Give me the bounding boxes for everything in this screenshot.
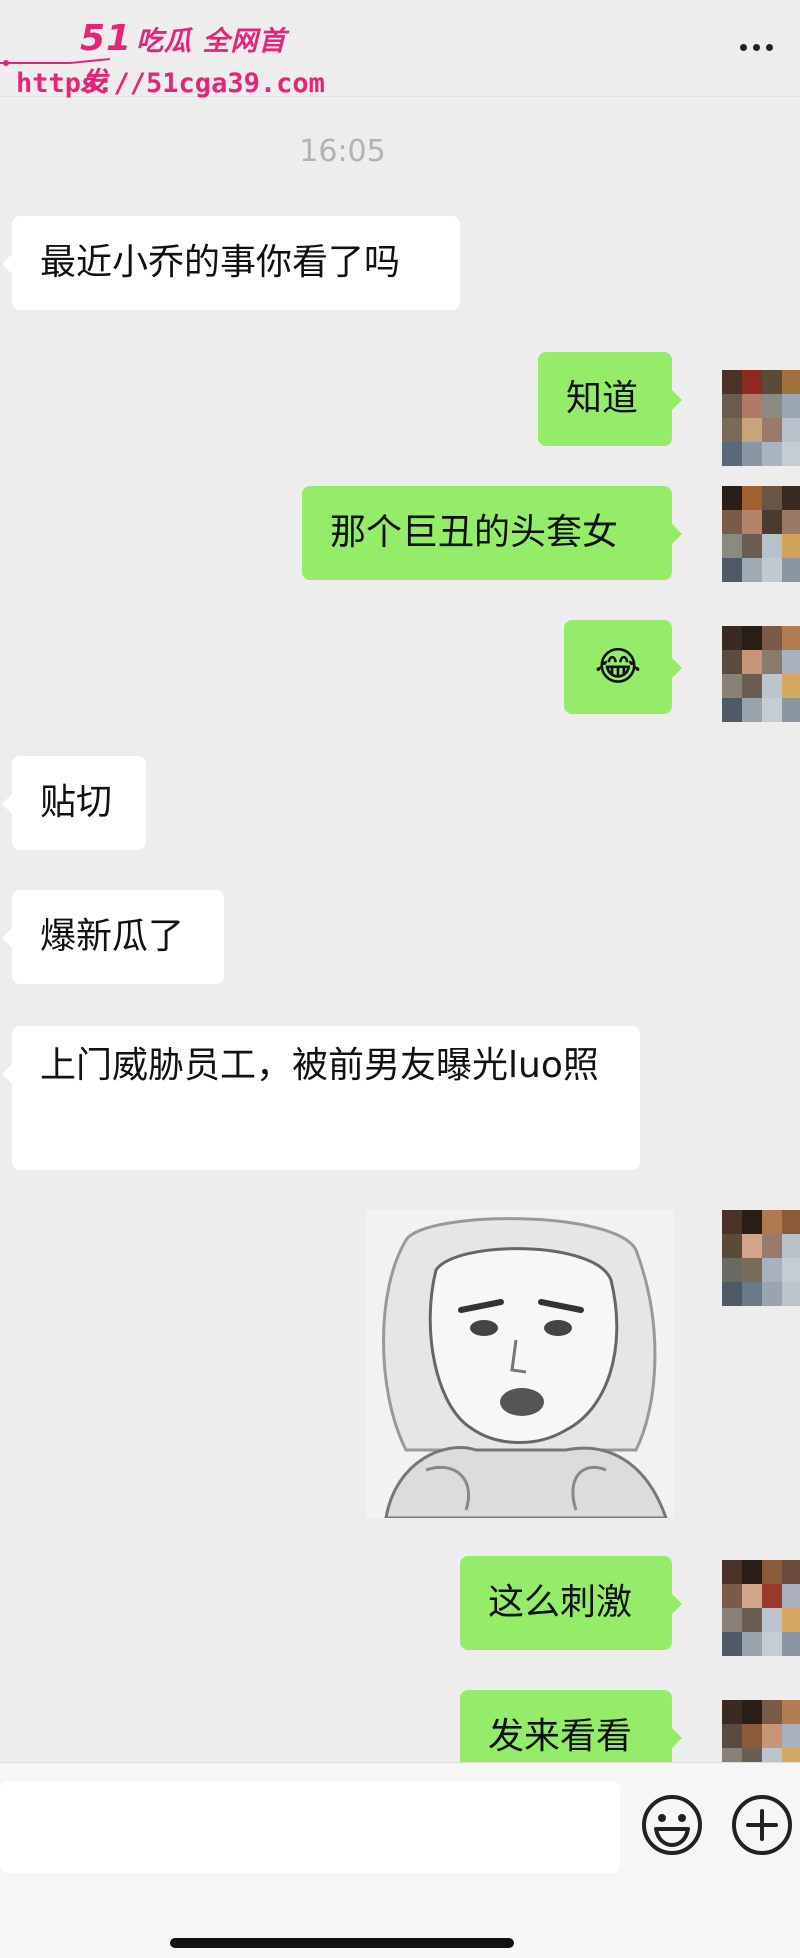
meme-face-sticker — [366, 1210, 674, 1518]
message-bubble-received[interactable]: 最近小乔的事你看了吗 — [2, 216, 460, 310]
message-text: 最近小乔的事你看了吗 — [40, 242, 401, 283]
message-text: 那个巨丑的头套女 — [330, 512, 619, 553]
more-dots-icon[interactable] — [726, 30, 786, 64]
message-text: 知道 — [566, 378, 639, 419]
laughing-tears-emoji: 😂 — [594, 644, 642, 690]
home-indicator — [170, 1938, 514, 1948]
message-input[interactable] — [0, 1781, 620, 1873]
message-bubble-received[interactable]: 爆新瓜了 — [2, 890, 224, 984]
message-input-bar — [0, 1762, 800, 1958]
message-text: 发来看看 — [488, 1716, 633, 1757]
sticker-image[interactable] — [366, 1210, 674, 1518]
message-text: 这么刺激 — [488, 1582, 633, 1623]
message-bubble-sent[interactable]: 😂 — [564, 620, 682, 714]
message-bubble-received[interactable]: 上门威胁员工，被前男友曝光luo照 — [2, 1026, 640, 1170]
plus-circle-icon[interactable] — [730, 1793, 794, 1857]
message-timestamp: 16:05 — [299, 134, 386, 169]
avatar[interactable] — [722, 1560, 800, 1656]
message-text: 上门威胁员工，被前男友曝光luo照 — [40, 1045, 599, 1086]
message-bubble-received[interactable]: 贴切 — [2, 756, 146, 850]
avatar[interactable] — [722, 370, 800, 466]
message-bubble-sent[interactable]: 那个巨丑的头套女 — [302, 486, 682, 580]
smiley-icon[interactable] — [640, 1793, 704, 1857]
watermark-url: https://51cga39.com — [16, 68, 325, 99]
avatar[interactable] — [722, 486, 800, 582]
message-bubble-sent[interactable]: 知道 — [538, 352, 682, 446]
message-text: 贴切 — [40, 782, 113, 823]
avatar[interactable] — [722, 626, 800, 722]
message-text: 爆新瓜了 — [40, 916, 185, 957]
top-bar: 51 吃瓜 全网首发 https://51cga39.com — [0, 0, 800, 99]
watermark-logo: 51 吃瓜 全网首发 https://51cga39.com — [0, 14, 325, 104]
watermark-circuit-icon — [0, 58, 111, 66]
message-bubble-sent[interactable]: 这么刺激 — [460, 1556, 682, 1650]
avatar[interactable] — [722, 1210, 800, 1330]
